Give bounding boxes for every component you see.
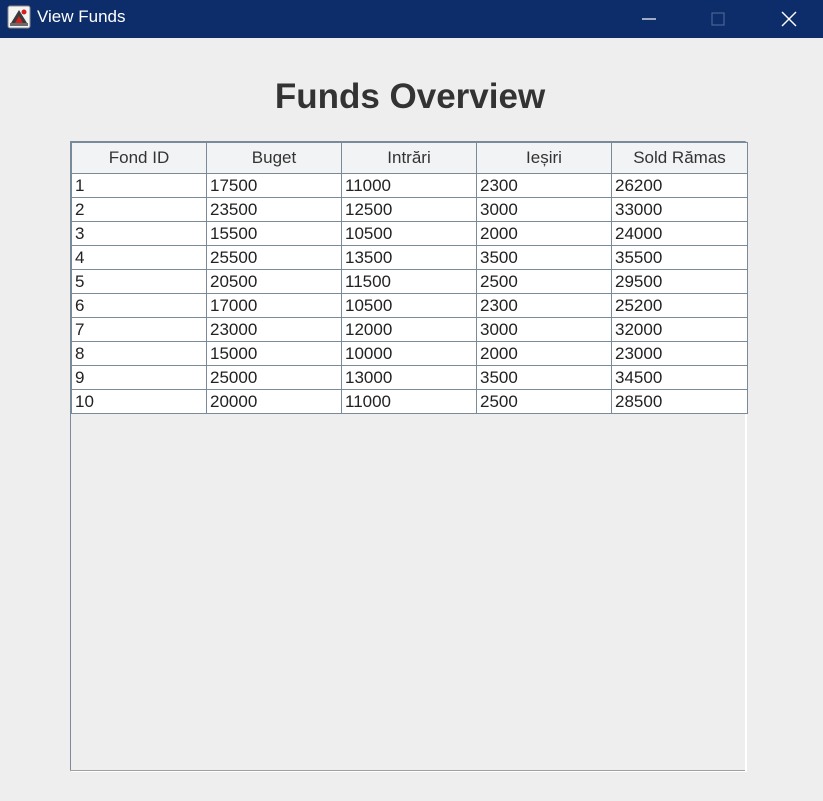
column-header-iesiri[interactable]: Ieșiri (476, 142, 612, 174)
table-row[interactable]: 6 17000 10500 2300 25200 (71, 293, 748, 318)
cell-fond-id[interactable]: 8 (71, 341, 207, 366)
cell-intrari[interactable]: 11500 (341, 269, 477, 294)
title-bar[interactable]: View Funds (0, 0, 823, 38)
cell-buget[interactable]: 15000 (206, 341, 342, 366)
cell-fond-id[interactable]: 4 (71, 245, 207, 270)
cell-fond-id[interactable]: 3 (71, 221, 207, 246)
cell-iesiri[interactable]: 2500 (476, 389, 612, 414)
cell-sold-ramas[interactable]: 28500 (611, 389, 748, 414)
cell-iesiri[interactable]: 2500 (476, 269, 612, 294)
column-header-sold-ramas[interactable]: Sold Rămas (611, 142, 748, 174)
table-row[interactable]: 1 17500 11000 2300 26200 (71, 173, 748, 198)
cell-fond-id[interactable]: 2 (71, 197, 207, 222)
column-header-buget[interactable]: Buget (206, 142, 342, 174)
minimize-icon (642, 18, 656, 20)
cell-iesiri[interactable]: 3500 (476, 365, 612, 390)
cell-iesiri[interactable]: 2000 (476, 341, 612, 366)
cell-fond-id[interactable]: 5 (71, 269, 207, 294)
close-icon (781, 11, 797, 27)
column-header-intrari[interactable]: Intrări (341, 142, 477, 174)
funds-table[interactable]: Fond ID Buget Intrări Ieșiri Sold Rămas … (71, 142, 748, 414)
table-row[interactable]: 9 25000 13000 3500 34500 (71, 365, 748, 390)
cell-buget[interactable]: 15500 (206, 221, 342, 246)
cell-fond-id[interactable]: 7 (71, 317, 207, 342)
cell-sold-ramas[interactable]: 26200 (611, 173, 748, 198)
cell-buget[interactable]: 17000 (206, 293, 342, 318)
table-row[interactable]: 5 20500 11500 2500 29500 (71, 269, 748, 294)
cell-iesiri[interactable]: 3000 (476, 317, 612, 342)
cell-sold-ramas[interactable]: 35500 (611, 245, 748, 270)
close-button[interactable] (766, 0, 812, 38)
table-row[interactable]: 10 20000 11000 2500 28500 (71, 389, 748, 414)
table-row[interactable]: 7 23000 12000 3000 32000 (71, 317, 748, 342)
cell-sold-ramas[interactable]: 32000 (611, 317, 748, 342)
cell-buget[interactable]: 17500 (206, 173, 342, 198)
cell-intrari[interactable]: 13000 (341, 365, 477, 390)
cell-sold-ramas[interactable]: 33000 (611, 197, 748, 222)
cell-intrari[interactable]: 10500 (341, 221, 477, 246)
funds-table-scrollpane[interactable]: Fond ID Buget Intrări Ieșiri Sold Rămas … (70, 141, 748, 772)
cell-intrari[interactable]: 10000 (341, 341, 477, 366)
cell-fond-id[interactable]: 9 (71, 365, 207, 390)
cell-buget[interactable]: 25500 (206, 245, 342, 270)
cell-fond-id[interactable]: 6 (71, 293, 207, 318)
cell-iesiri[interactable]: 3500 (476, 245, 612, 270)
cell-buget[interactable]: 23500 (206, 197, 342, 222)
cell-intrari[interactable]: 12500 (341, 197, 477, 222)
cell-intrari[interactable]: 11000 (341, 389, 477, 414)
table-row[interactable]: 3 15500 10500 2000 24000 (71, 221, 748, 246)
cell-intrari[interactable]: 13500 (341, 245, 477, 270)
minimize-button[interactable] (626, 0, 672, 38)
table-row[interactable]: 4 25500 13500 3500 35500 (71, 245, 748, 270)
cell-buget[interactable]: 25000 (206, 365, 342, 390)
cell-iesiri[interactable]: 2300 (476, 293, 612, 318)
cell-iesiri[interactable]: 2300 (476, 173, 612, 198)
table-header-row: Fond ID Buget Intrări Ieșiri Sold Rămas (71, 142, 748, 174)
cell-sold-ramas[interactable]: 25200 (611, 293, 748, 318)
maximize-button[interactable] (695, 0, 741, 38)
cell-intrari[interactable]: 12000 (341, 317, 477, 342)
cell-intrari[interactable]: 11000 (341, 173, 477, 198)
cell-buget[interactable]: 20000 (206, 389, 342, 414)
column-header-fond-id[interactable]: Fond ID (71, 142, 207, 174)
cell-buget[interactable]: 23000 (206, 317, 342, 342)
java-app-icon[interactable] (7, 5, 31, 29)
cell-sold-ramas[interactable]: 29500 (611, 269, 748, 294)
cell-intrari[interactable]: 10500 (341, 293, 477, 318)
page-title: Funds Overview (274, 77, 546, 116)
cell-iesiri[interactable]: 2000 (476, 221, 612, 246)
cell-sold-ramas[interactable]: 24000 (611, 221, 748, 246)
cell-buget[interactable]: 20500 (206, 269, 342, 294)
table-row[interactable]: 2 23500 12500 3000 33000 (71, 197, 748, 222)
cell-sold-ramas[interactable]: 23000 (611, 341, 748, 366)
cell-fond-id[interactable]: 10 (71, 389, 207, 414)
cell-fond-id[interactable]: 1 (71, 173, 207, 198)
cell-iesiri[interactable]: 3000 (476, 197, 612, 222)
window-title: View Funds (37, 7, 126, 26)
maximize-icon (711, 12, 725, 26)
view-funds-window: View Funds Funds Overview Fond ID Buget … (0, 0, 823, 801)
table-row[interactable]: 8 15000 10000 2000 23000 (71, 341, 748, 366)
cell-sold-ramas[interactable]: 34500 (611, 365, 748, 390)
